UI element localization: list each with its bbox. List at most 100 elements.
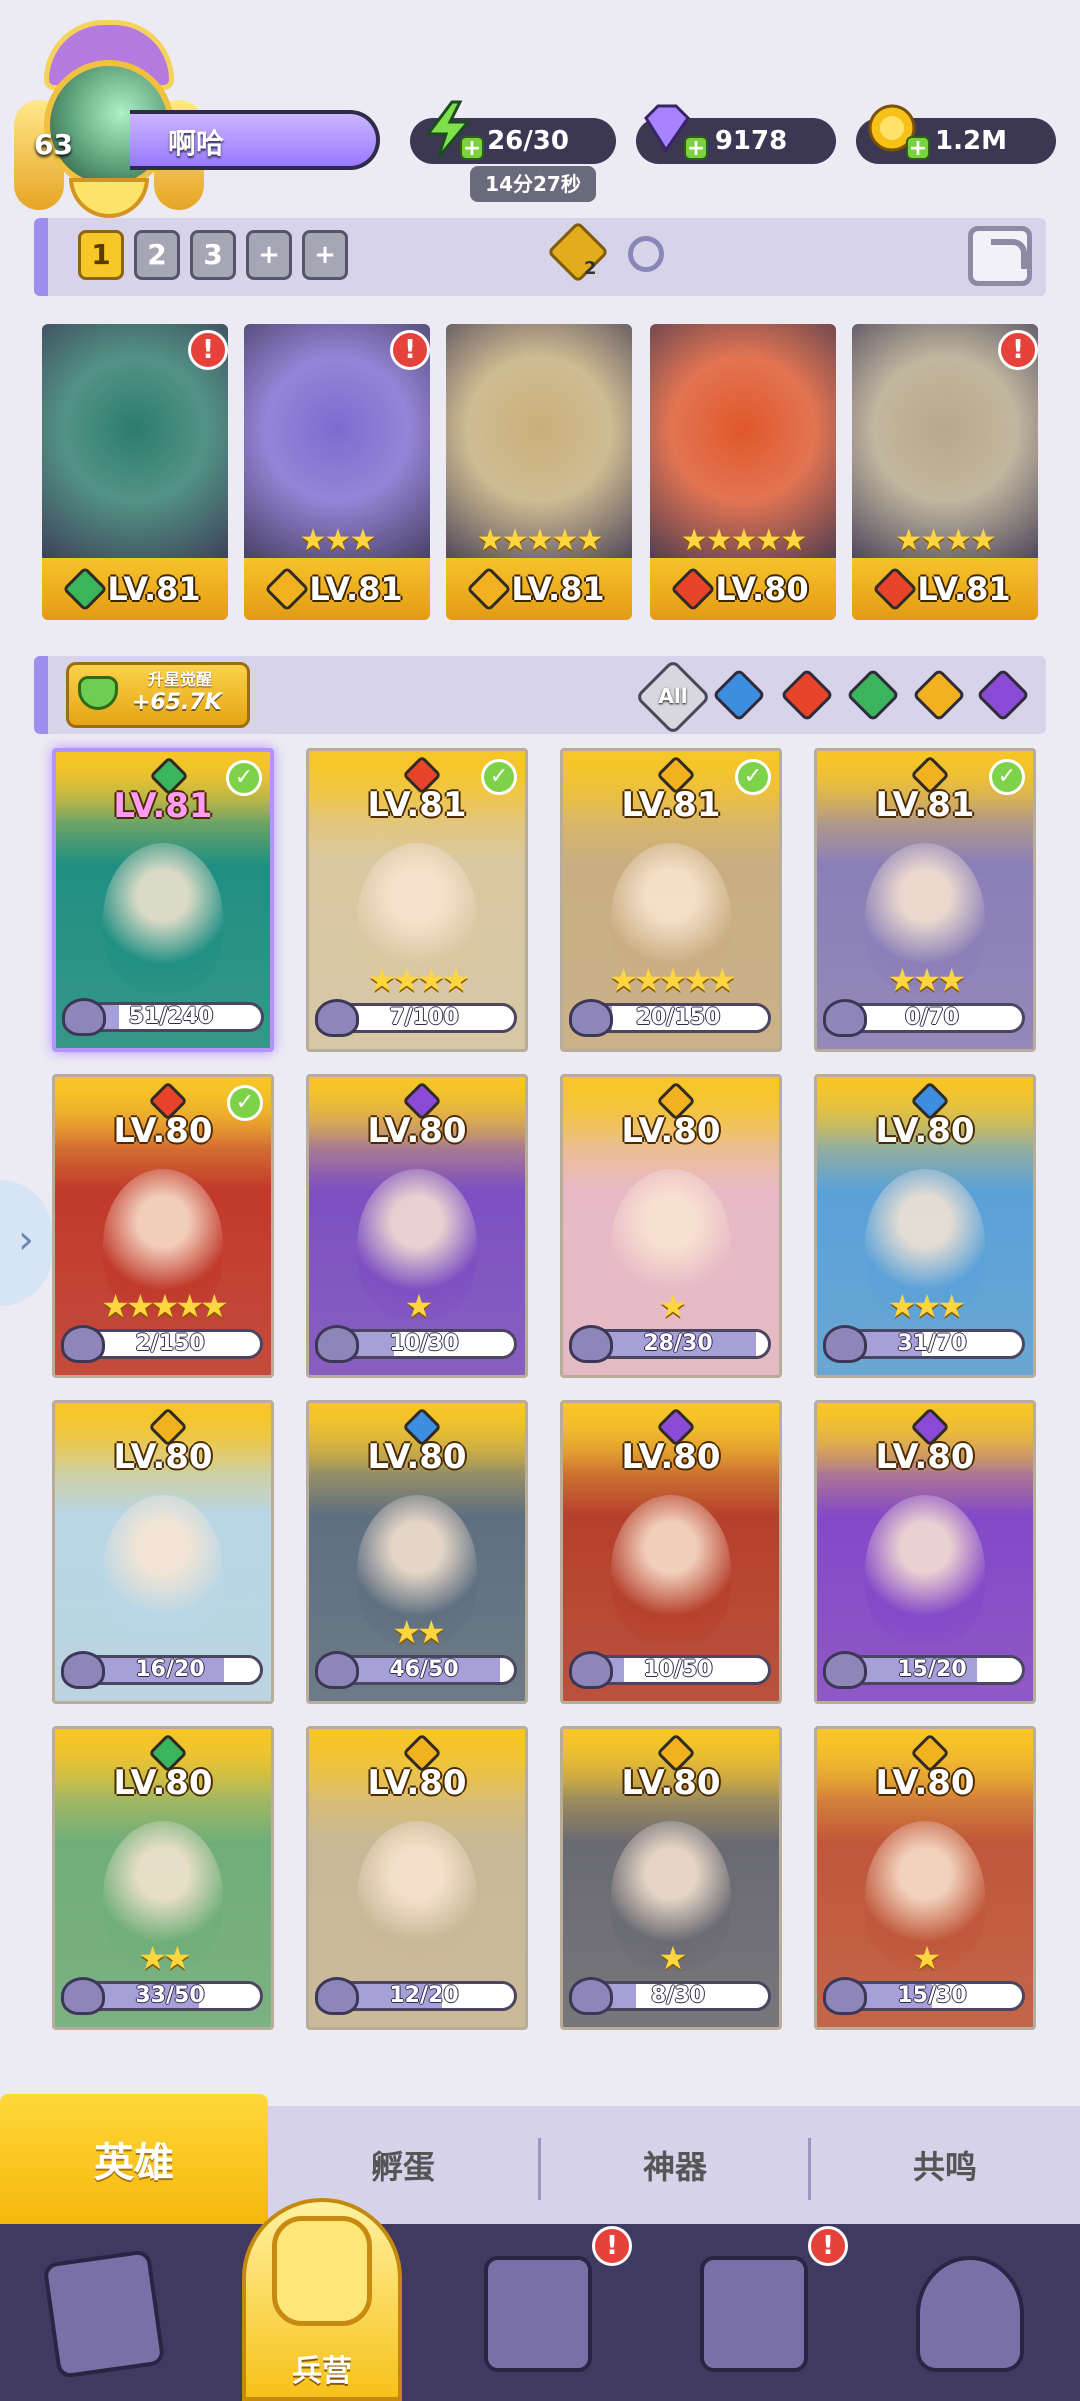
hero-level: LV.80 — [621, 1111, 721, 1151]
wood-element-icon — [62, 566, 108, 612]
hero-level: LV.80 — [367, 1111, 467, 1151]
team-card-stars: ★★★★★ — [680, 523, 807, 558]
hero-card[interactable]: LV.80 ★★★ 31/70 — [814, 1074, 1036, 1378]
team-card[interactable]: ★★★★★ LV.81 — [446, 324, 632, 620]
tab-artifact[interactable]: 神器 — [540, 2106, 810, 2224]
hero-card[interactable]: LV.80 ★ 28/30 — [560, 1074, 782, 1378]
cards-icon[interactable] — [42, 2249, 166, 2379]
hero-card[interactable]: LV.80 ✓ ★★★★★ 2/150 — [52, 1074, 274, 1378]
shard-progress-text: 28/30 — [643, 1331, 713, 1356]
team-card-level: LV.81 — [917, 570, 1011, 608]
hero-stars: ★★ — [392, 1613, 445, 1651]
filter-wood-button[interactable] — [846, 668, 900, 722]
gem-value: 9178 — [714, 126, 788, 156]
shard-icon — [62, 998, 106, 1036]
barracks-icon — [272, 2216, 372, 2326]
shard-progress-text: 10/30 — [389, 1331, 459, 1356]
check-icon: ✓ — [989, 759, 1025, 795]
fire-element-icon — [780, 668, 834, 722]
filter-water-button[interactable] — [712, 668, 766, 722]
filter-dark-button[interactable] — [976, 668, 1030, 722]
hero-stars: ★ — [912, 1939, 942, 1977]
team-slot-add-1[interactable]: + — [246, 230, 292, 280]
team-card[interactable]: ★★★★★ LV.80 — [650, 324, 836, 620]
shard-progress-text: 7/100 — [389, 1005, 459, 1030]
shard-icon — [823, 999, 867, 1037]
hero-card[interactable]: LV.81 ✓ ★★★★ 7/100 — [306, 748, 528, 1052]
filter-all-label: All — [658, 684, 688, 708]
player-name: 啊哈 — [168, 127, 225, 160]
shard-progress-text: 15/20 — [897, 1657, 967, 1682]
hero-stars: ★★ — [138, 1939, 191, 1977]
team-card-stars: ★★★★ — [895, 523, 997, 558]
shard-progress-text: 16/20 — [135, 1657, 205, 1682]
shard-icon — [61, 1325, 105, 1363]
hero-portrait — [103, 842, 223, 993]
side-expand-arrow[interactable]: › — [0, 1180, 52, 1306]
gold-value: 1.2M — [935, 126, 1007, 156]
team-slot-3[interactable]: 3 — [190, 230, 236, 280]
hero-level: LV.80 — [875, 1437, 975, 1477]
water-element-icon — [712, 668, 766, 722]
hero-level: LV.80 — [875, 1111, 975, 1151]
add-energy-button[interactable]: + — [460, 136, 484, 160]
shard-icon — [61, 1651, 105, 1689]
shard-progress-text: 8/30 — [651, 1983, 705, 2008]
hero-portrait — [611, 1494, 731, 1645]
hero-stars: ★ — [404, 1287, 434, 1325]
map-alert-badge: ! — [592, 2226, 632, 2266]
hero-card[interactable]: LV.80 ★★ 46/50 — [306, 1400, 528, 1704]
light-element-icon — [466, 566, 512, 612]
wood-element-icon — [846, 668, 900, 722]
tab-heroes[interactable]: 英雄 — [0, 2094, 268, 2224]
hero-card[interactable]: LV.81 ✓ ★★★ 0/70 — [814, 748, 1036, 1052]
hero-card[interactable]: LV.80 12/20 — [306, 1726, 528, 2030]
shard-progress-text: 33/50 — [135, 1983, 205, 2008]
diamond-badge: 2 — [584, 258, 597, 279]
hero-level: LV.80 — [113, 1437, 213, 1477]
hero-card[interactable]: LV.80 16/20 — [52, 1400, 274, 1704]
shard-icon — [823, 1651, 867, 1689]
team-card-level: LV.80 — [715, 570, 809, 608]
team-slot-add-2[interactable]: + — [302, 230, 348, 280]
team-card-level: LV.81 — [107, 570, 201, 608]
shard-icon — [823, 1325, 867, 1363]
share-icon[interactable] — [968, 226, 1032, 286]
team-bar — [34, 218, 1046, 296]
search-icon[interactable] — [628, 236, 664, 272]
shard-icon — [61, 1977, 105, 2015]
hero-card[interactable]: LV.81 ✓ ★★★★★ 20/150 — [560, 748, 782, 1052]
avatar-base — [69, 178, 149, 218]
shrine-alert-badge: ! — [808, 2226, 848, 2266]
tab-resonance[interactable]: 共鸣 — [810, 2106, 1080, 2224]
team-slot-1[interactable]: 1 — [78, 230, 124, 280]
map-icon[interactable] — [484, 2256, 592, 2372]
add-gold-button[interactable]: + — [906, 136, 930, 160]
check-icon: ✓ — [226, 760, 262, 796]
hero-card[interactable]: LV.80 ★★ 33/50 — [52, 1726, 274, 2030]
hero-stars: ★★★★★ — [609, 961, 736, 999]
shard-icon — [569, 1977, 613, 2015]
mushroom-icon[interactable] — [916, 2256, 1024, 2372]
filter-fire-button[interactable] — [780, 668, 834, 722]
filter-light-button[interactable] — [912, 668, 966, 722]
energy-value: 26/30 — [487, 126, 569, 156]
shard-icon — [569, 1651, 613, 1689]
hero-card[interactable]: LV.80 ★ 10/30 — [306, 1074, 528, 1378]
hero-card[interactable]: LV.80 ★ 8/30 — [560, 1726, 782, 2030]
hero-card[interactable]: LV.80 ★ 15/30 — [814, 1726, 1036, 2030]
hero-card[interactable]: LV.80 10/50 — [560, 1400, 782, 1704]
player-level: 63 — [34, 128, 73, 161]
shrine-icon[interactable] — [700, 2256, 808, 2372]
hero-portrait — [865, 1494, 985, 1645]
add-gems-button[interactable]: + — [684, 136, 708, 160]
shard-progress-text: 15/30 — [897, 1983, 967, 2008]
hero-level: LV.80 — [875, 1763, 975, 1803]
shard-progress-text: 10/50 — [643, 1657, 713, 1682]
shard-progress-text: 20/150 — [635, 1005, 721, 1030]
hero-card[interactable]: LV.80 15/20 — [814, 1400, 1036, 1704]
team-slot-2[interactable]: 2 — [134, 230, 180, 280]
team-card-level-bar: LV.81 — [42, 558, 228, 620]
shard-icon — [315, 999, 359, 1037]
hero-card[interactable]: LV.81 ✓ 51/240 — [52, 748, 274, 1052]
